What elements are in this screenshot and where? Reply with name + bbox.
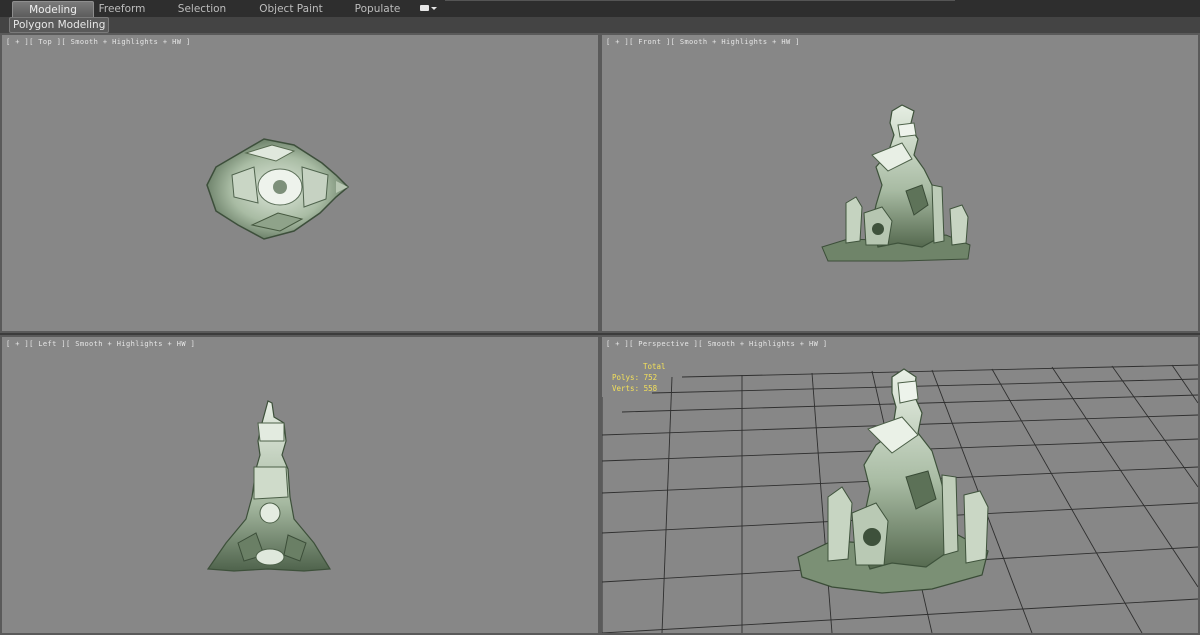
rock-model-perspective-view	[797, 368, 989, 594]
viewport-left-label[interactable]: [ + ][ Left ][ Smooth + Highlights + HW …	[6, 340, 195, 348]
ribbon-tab-bar: Modeling Freeform Selection Object Paint…	[0, 0, 1200, 18]
rock-model-top-view	[206, 138, 350, 240]
verts-label: Verts:	[612, 384, 640, 393]
viewport-top-label[interactable]: [ + ][ Top ][ Smooth + Highlights + HW ]	[6, 38, 191, 46]
tab-freeform[interactable]: Freeform	[92, 1, 152, 17]
polygon-statistics: Total Polys: 752 Verts: 558	[612, 361, 666, 394]
verts-value: 558	[643, 384, 658, 393]
rock-model-left-view	[206, 400, 332, 572]
tab-modeling[interactable]: Modeling	[12, 1, 94, 18]
stats-title: Total	[643, 362, 666, 371]
perspective-scene	[602, 364, 1198, 633]
viewport-top[interactable]: [ + ][ Top ][ Smooth + Highlights + HW ]	[0, 33, 600, 333]
tab-selection[interactable]: Selection	[172, 1, 232, 17]
ribbon-display-options-icon[interactable]	[420, 3, 440, 13]
ribbon-divider	[445, 0, 955, 1]
tab-object-paint[interactable]: Object Paint	[255, 1, 327, 17]
polygon-modeling-panel-button[interactable]: Polygon Modeling	[9, 17, 110, 33]
ribbon-panel: Polygon Modeling	[0, 17, 1200, 34]
polys-value: 752	[643, 373, 658, 382]
viewport-left[interactable]: [ + ][ Left ][ Smooth + Highlights + HW …	[0, 335, 600, 635]
viewport-perspective[interactable]: [ + ][ Perspective ][ Smooth + Highlight…	[600, 335, 1200, 635]
viewport-perspective-label[interactable]: [ + ][ Perspective ][ Smooth + Highlight…	[606, 340, 828, 348]
viewport-front[interactable]: [ + ][ Front ][ Smooth + Highlights + HW…	[600, 33, 1200, 333]
rock-model-front-view	[821, 104, 971, 262]
viewport-front-label[interactable]: [ + ][ Front ][ Smooth + Highlights + HW…	[606, 38, 800, 46]
tab-populate[interactable]: Populate	[350, 1, 405, 17]
polys-label: Polys:	[612, 373, 640, 382]
